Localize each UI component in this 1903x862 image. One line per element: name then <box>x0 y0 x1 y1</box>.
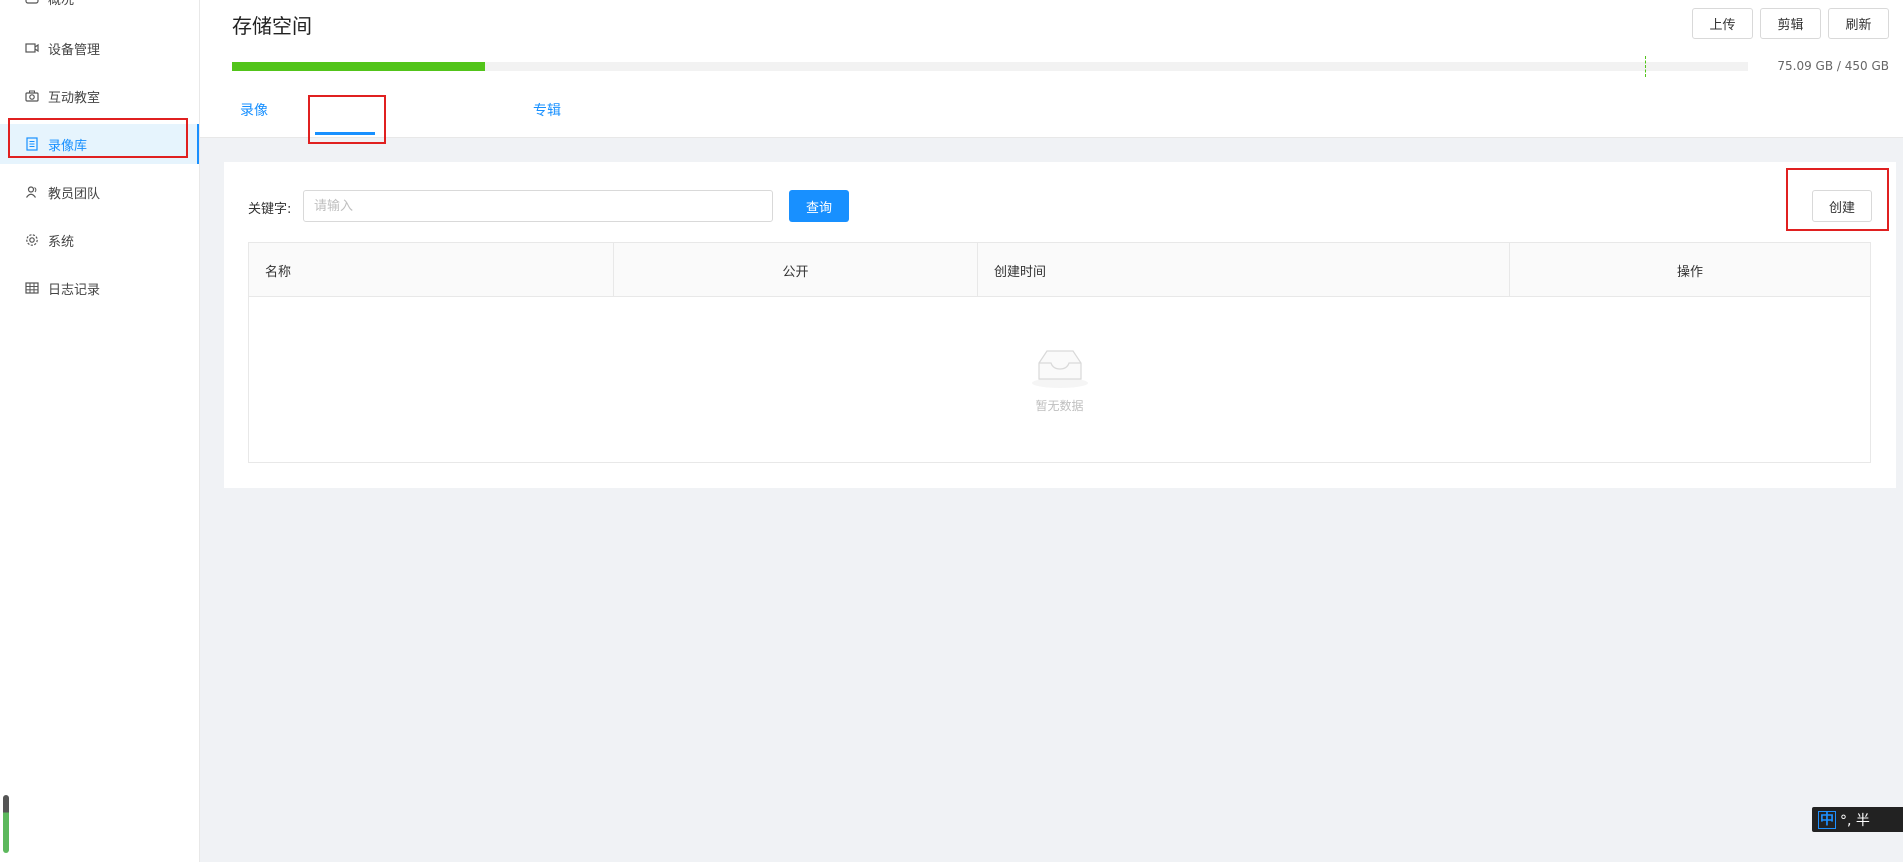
sidebar-item-label: 日志记录 <box>48 282 101 298</box>
sidebar-item-label: 教员团队 <box>48 186 101 202</box>
sidebar: 概况 设备管理 互动教室 录像库 教员团队 系统 日志记录 <box>0 0 200 862</box>
gear-icon <box>24 232 40 248</box>
album-table: 名称 公开 创建时间 操作 暂无数据 <box>248 242 1871 463</box>
storage-usage-text: 75.09 GB / 450 GB <box>1777 59 1889 73</box>
query-button[interactable]: 查询 <box>789 190 849 222</box>
ime-status-indicator[interactable]: 中 °, 半 <box>1812 807 1903 832</box>
sidebar-item-recording-library[interactable]: 录像库 <box>0 124 199 164</box>
sidebar-item-overview[interactable]: 概况 <box>0 0 199 18</box>
upload-button[interactable]: 上传 <box>1692 8 1753 39</box>
table-header: 名称 公开 创建时间 操作 <box>249 243 1870 297</box>
sidebar-item-label: 设备管理 <box>48 42 101 58</box>
clip-button[interactable]: 剪辑 <box>1760 8 1821 39</box>
dashboard-icon <box>24 0 40 6</box>
create-button[interactable]: 创建 <box>1812 190 1872 222</box>
storage-threshold-marker <box>1645 56 1646 77</box>
column-header-actions: 操作 <box>1676 264 1703 280</box>
table-icon <box>24 280 40 296</box>
table-empty-state: 暂无数据 <box>249 297 1870 463</box>
sidebar-scroll-handle[interactable] <box>3 795 9 853</box>
tab-recordings[interactable]: 录像 <box>240 100 268 120</box>
storage-progress-bar <box>232 62 1748 71</box>
sidebar-item-device-management[interactable]: 设备管理 <box>0 28 199 68</box>
keyword-input[interactable] <box>303 190 773 222</box>
tab-albums[interactable]: 专辑 <box>533 100 561 120</box>
keyword-label: 关键字: <box>248 202 292 217</box>
sidebar-item-interactive-classroom[interactable]: 互动教室 <box>0 76 199 116</box>
empty-inbox-icon <box>1029 345 1091 393</box>
empty-text: 暂无数据 <box>1035 399 1084 413</box>
sidebar-item-logs[interactable]: 日志记录 <box>0 268 199 308</box>
storage-progress-fill <box>232 62 486 71</box>
active-tab-indicator <box>315 132 375 135</box>
sidebar-item-label: 录像库 <box>48 138 88 154</box>
book-icon <box>24 136 40 152</box>
refresh-button[interactable]: 刷新 <box>1828 8 1889 39</box>
sidebar-item-teacher-team[interactable]: 教员团队 <box>0 172 199 212</box>
column-header-public: 公开 <box>614 243 978 297</box>
ime-status-text: °, 半 <box>1840 812 1870 829</box>
camera-icon <box>24 88 40 104</box>
page-header: 存储空间 上传 剪辑 刷新 75.09 GB / 450 GB 录像 专辑 <box>200 0 1903 138</box>
ime-mode-label: 中 <box>1818 810 1836 829</box>
column-header-created-time: 创建时间 <box>978 243 1510 297</box>
sidebar-item-label: 互动教室 <box>48 90 101 106</box>
sidebar-item-label: 概况 <box>48 0 75 8</box>
sidebar-item-system[interactable]: 系统 <box>0 220 199 260</box>
sidebar-item-label: 系统 <box>48 234 75 250</box>
video-device-icon <box>24 40 40 56</box>
page-title: 存储空间 <box>232 14 312 38</box>
column-header-name: 名称 <box>249 243 614 297</box>
team-icon <box>24 184 40 200</box>
